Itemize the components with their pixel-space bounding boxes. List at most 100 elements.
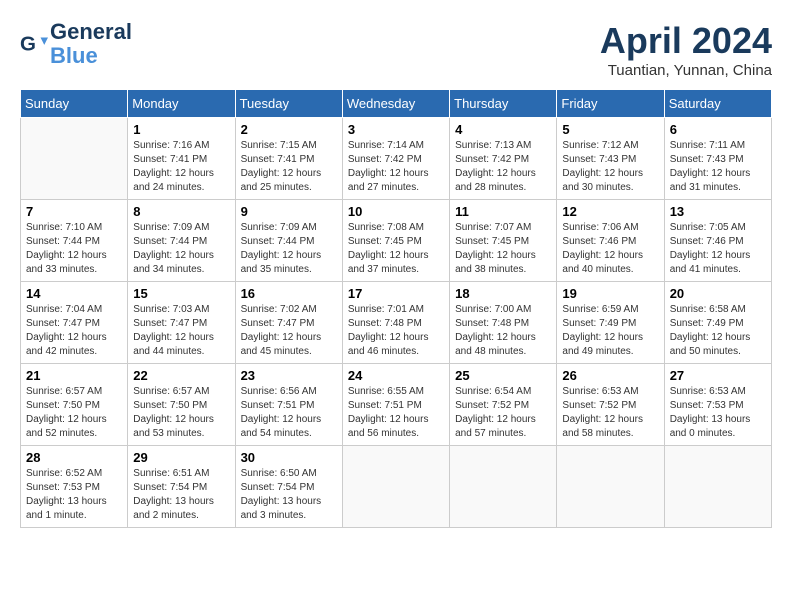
calendar-table: SundayMondayTuesdayWednesdayThursdayFrid…: [20, 89, 772, 528]
day-info: Sunrise: 6:51 AM Sunset: 7:54 PM Dayligh…: [133, 467, 229, 523]
day-info: Sunrise: 7:04 AM Sunset: 7:47 PM Dayligh…: [26, 303, 122, 359]
calendar-week-row: 28 Sunrise: 6:52 AM Sunset: 7:53 PM Dayli…: [21, 446, 772, 528]
day-number: 16: [241, 286, 337, 301]
calendar-day-cell: [450, 446, 557, 528]
weekday-header: Sunday: [21, 90, 128, 118]
calendar-day-cell: [342, 446, 449, 528]
weekday-header: Thursday: [450, 90, 557, 118]
day-number: 6: [670, 122, 766, 137]
day-info: Sunrise: 6:58 AM Sunset: 7:49 PM Dayligh…: [670, 303, 766, 359]
calendar-day-cell: 24 Sunrise: 6:55 AM Sunset: 7:51 PM Dayli…: [342, 364, 449, 446]
calendar-day-cell: 27 Sunrise: 6:53 AM Sunset: 7:53 PM Dayli…: [664, 364, 771, 446]
day-info: Sunrise: 7:07 AM Sunset: 7:45 PM Dayligh…: [455, 221, 551, 277]
day-number: 11: [455, 204, 551, 219]
day-info: Sunrise: 7:11 AM Sunset: 7:43 PM Dayligh…: [670, 139, 766, 195]
day-number: 26: [562, 368, 658, 383]
calendar-day-cell: [21, 118, 128, 200]
day-info: Sunrise: 6:50 AM Sunset: 7:54 PM Dayligh…: [241, 467, 337, 523]
day-info: Sunrise: 7:09 AM Sunset: 7:44 PM Dayligh…: [133, 221, 229, 277]
calendar-week-row: 14Sunrise: 7:04 AM Sunset: 7:47 PM Dayli…: [21, 282, 772, 364]
calendar-day-cell: 15 Sunrise: 7:03 AM Sunset: 7:47 PM Dayli…: [128, 282, 235, 364]
calendar-day-cell: 5 Sunrise: 7:12 AM Sunset: 7:43 PM Daylig…: [557, 118, 664, 200]
day-info: Sunrise: 7:13 AM Sunset: 7:42 PM Dayligh…: [455, 139, 551, 195]
calendar-day-cell: 29Sunrise: 6:51 AM Sunset: 7:54 PM Dayli…: [128, 446, 235, 528]
weekday-header: Saturday: [664, 90, 771, 118]
logo-icon: G: [20, 30, 48, 58]
calendar-day-cell: 6 Sunrise: 7:11 AM Sunset: 7:43 PM Daylig…: [664, 118, 771, 200]
calendar-day-cell: [557, 446, 664, 528]
calendar-day-cell: 26Sunrise: 6:53 AM Sunset: 7:52 PM Dayli…: [557, 364, 664, 446]
weekday-header: Monday: [128, 90, 235, 118]
calendar-day-cell: 13 Sunrise: 7:05 AM Sunset: 7:46 PM Dayli…: [664, 200, 771, 282]
day-number: 13: [670, 204, 766, 219]
calendar-day-cell: 3 Sunrise: 7:14 AM Sunset: 7:42 PM Daylig…: [342, 118, 449, 200]
day-number: 3: [348, 122, 444, 137]
calendar-week-row: 21 Sunrise: 6:57 AM Sunset: 7:50 PM Dayli…: [21, 364, 772, 446]
day-info: Sunrise: 7:00 AM Sunset: 7:48 PM Dayligh…: [455, 303, 551, 359]
title-block: April 2024 Tuantian, Yunnan, China: [600, 20, 772, 79]
calendar-day-cell: 9Sunrise: 7:09 AM Sunset: 7:44 PM Daylig…: [235, 200, 342, 282]
day-info: Sunrise: 6:56 AM Sunset: 7:51 PM Dayligh…: [241, 385, 337, 441]
calendar-day-cell: 7Sunrise: 7:10 AM Sunset: 7:44 PM Daylig…: [21, 200, 128, 282]
calendar-day-cell: 16 Sunrise: 7:02 AM Sunset: 7:47 PM Dayli…: [235, 282, 342, 364]
day-number: 30: [241, 450, 337, 465]
location: Tuantian, Yunnan, China: [600, 62, 772, 79]
weekday-header: Tuesday: [235, 90, 342, 118]
day-number: 4: [455, 122, 551, 137]
day-number: 19: [562, 286, 658, 301]
weekday-header: Wednesday: [342, 90, 449, 118]
day-info: Sunrise: 7:02 AM Sunset: 7:47 PM Dayligh…: [241, 303, 337, 359]
day-number: 24: [348, 368, 444, 383]
day-number: 8: [133, 204, 229, 219]
day-info: Sunrise: 7:03 AM Sunset: 7:47 PM Dayligh…: [133, 303, 229, 359]
day-info: Sunrise: 7:14 AM Sunset: 7:42 PM Dayligh…: [348, 139, 444, 195]
day-number: 25: [455, 368, 551, 383]
day-number: 17: [348, 286, 444, 301]
day-info: Sunrise: 6:55 AM Sunset: 7:51 PM Dayligh…: [348, 385, 444, 441]
day-info: Sunrise: 6:54 AM Sunset: 7:52 PM Dayligh…: [455, 385, 551, 441]
calendar-day-cell: 12 Sunrise: 7:06 AM Sunset: 7:46 PM Dayli…: [557, 200, 664, 282]
logo-line2: Blue: [50, 43, 98, 68]
calendar-week-row: 7Sunrise: 7:10 AM Sunset: 7:44 PM Daylig…: [21, 200, 772, 282]
day-info: Sunrise: 7:16 AM Sunset: 7:41 PM Dayligh…: [133, 139, 229, 195]
day-number: 10: [348, 204, 444, 219]
day-info: Sunrise: 7:01 AM Sunset: 7:48 PM Dayligh…: [348, 303, 444, 359]
day-number: 2: [241, 122, 337, 137]
day-number: 9: [241, 204, 337, 219]
weekday-header: Friday: [557, 90, 664, 118]
day-number: 5: [562, 122, 658, 137]
calendar-day-cell: 17 Sunrise: 7:01 AM Sunset: 7:48 PM Dayli…: [342, 282, 449, 364]
day-info: Sunrise: 6:57 AM Sunset: 7:50 PM Dayligh…: [133, 385, 229, 441]
day-info: Sunrise: 6:57 AM Sunset: 7:50 PM Dayligh…: [26, 385, 122, 441]
calendar-day-cell: 21 Sunrise: 6:57 AM Sunset: 7:50 PM Dayli…: [21, 364, 128, 446]
day-number: 28: [26, 450, 122, 465]
calendar-day-cell: 22Sunrise: 6:57 AM Sunset: 7:50 PM Dayli…: [128, 364, 235, 446]
logo-text: General Blue: [50, 20, 132, 68]
day-info: Sunrise: 6:52 AM Sunset: 7:53 PM Dayligh…: [26, 467, 122, 523]
day-number: 20: [670, 286, 766, 301]
weekday-header-row: SundayMondayTuesdayWednesdayThursdayFrid…: [21, 90, 772, 118]
day-number: 12: [562, 204, 658, 219]
day-number: 21: [26, 368, 122, 383]
day-info: Sunrise: 7:06 AM Sunset: 7:46 PM Dayligh…: [562, 221, 658, 277]
day-info: Sunrise: 7:05 AM Sunset: 7:46 PM Dayligh…: [670, 221, 766, 277]
calendar-day-cell: 20 Sunrise: 6:58 AM Sunset: 7:49 PM Dayli…: [664, 282, 771, 364]
day-info: Sunrise: 7:12 AM Sunset: 7:43 PM Dayligh…: [562, 139, 658, 195]
day-number: 15: [133, 286, 229, 301]
day-info: Sunrise: 6:53 AM Sunset: 7:53 PM Dayligh…: [670, 385, 766, 441]
day-info: Sunrise: 7:15 AM Sunset: 7:41 PM Dayligh…: [241, 139, 337, 195]
calendar-day-cell: [664, 446, 771, 528]
day-number: 23: [241, 368, 337, 383]
calendar-day-cell: 2 Sunrise: 7:15 AM Sunset: 7:41 PM Daylig…: [235, 118, 342, 200]
month-title: April 2024: [600, 20, 772, 62]
calendar-day-cell: 19Sunrise: 6:59 AM Sunset: 7:49 PM Dayli…: [557, 282, 664, 364]
day-info: Sunrise: 7:08 AM Sunset: 7:45 PM Dayligh…: [348, 221, 444, 277]
calendar-day-cell: 28 Sunrise: 6:52 AM Sunset: 7:53 PM Dayli…: [21, 446, 128, 528]
calendar-day-cell: 4 Sunrise: 7:13 AM Sunset: 7:42 PM Daylig…: [450, 118, 557, 200]
calendar-day-cell: 10 Sunrise: 7:08 AM Sunset: 7:45 PM Dayli…: [342, 200, 449, 282]
day-number: 27: [670, 368, 766, 383]
calendar-week-row: 1Sunrise: 7:16 AM Sunset: 7:41 PM Daylig…: [21, 118, 772, 200]
page-header: G General Blue April 2024 Tuantian, Yunn…: [20, 20, 772, 79]
calendar-day-cell: 25 Sunrise: 6:54 AM Sunset: 7:52 PM Dayli…: [450, 364, 557, 446]
calendar-day-cell: 23 Sunrise: 6:56 AM Sunset: 7:51 PM Dayli…: [235, 364, 342, 446]
